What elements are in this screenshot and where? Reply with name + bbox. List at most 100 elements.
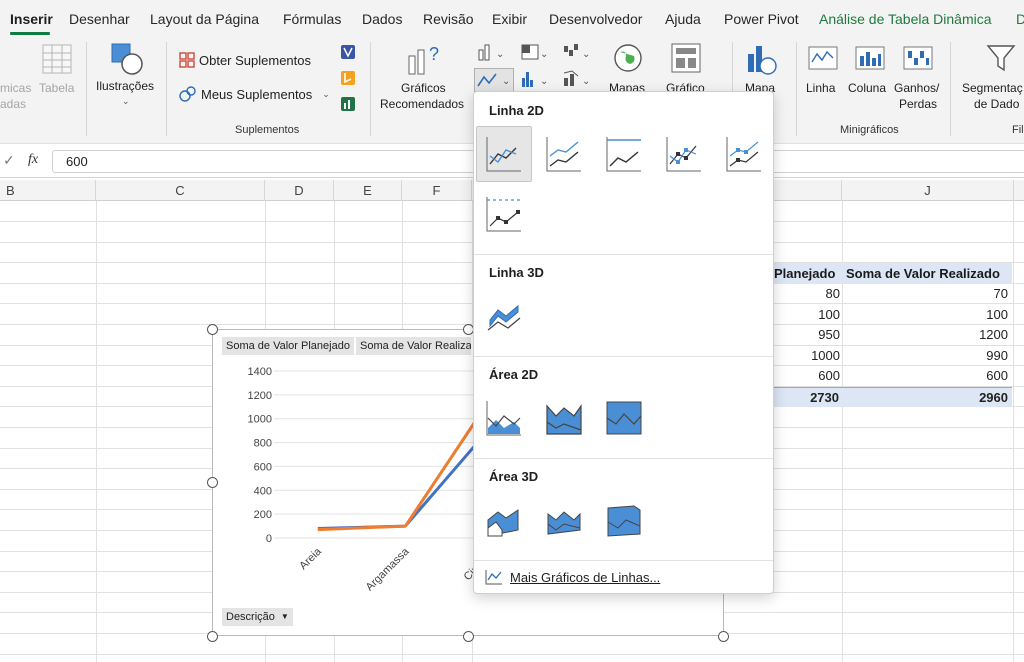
combo-chart-icon[interactable]: ⌄: [562, 68, 592, 90]
column-chart-icon[interactable]: ⌄: [476, 42, 506, 62]
chart-type-stacked-line[interactable]: [536, 126, 592, 182]
resize-handle[interactable]: [207, 477, 218, 488]
resize-handle[interactable]: [718, 631, 729, 642]
chart-type-3d-stacked-area[interactable]: [536, 492, 592, 548]
more-charts-icon: [485, 570, 502, 585]
tab-ajuda[interactable]: Ajuda: [665, 11, 701, 27]
chart-type-line-markers[interactable]: [656, 126, 712, 182]
waterfall-chart-icon[interactable]: ⌄: [562, 42, 592, 62]
ilustracoes-button[interactable]: Ilustrações: [96, 78, 154, 94]
y-tick-label: 600: [254, 461, 272, 473]
minigraficos-group-label: Minigráficos: [840, 124, 899, 136]
sparkline-column-icon[interactable]: [855, 46, 885, 70]
tab-desenhar[interactable]: Desenhar: [69, 11, 130, 27]
chart-type-3d-area[interactable]: [476, 492, 532, 548]
sparkline-line-icon[interactable]: [808, 46, 838, 70]
sparkline-ganhos-button[interactable]: Ganhos/: [894, 80, 939, 96]
chart-type-stacked-line-markers[interactable]: [716, 126, 772, 182]
pivot-cell-realizado[interactable]: 100: [842, 305, 1008, 325]
chart-type-stacked-area[interactable]: [536, 390, 592, 446]
svg-text:⌄: ⌄: [582, 76, 590, 87]
column-header-j[interactable]: J: [842, 180, 1014, 201]
tab-design-partial[interactable]: D: [1016, 11, 1024, 27]
3d-map-icon[interactable]: [744, 42, 778, 76]
people-graph-icon[interactable]: [340, 96, 356, 112]
slicer-icon[interactable]: [986, 44, 1016, 74]
tab-revisao[interactable]: Revisão: [423, 11, 474, 27]
segmentacao-label-2: de Dado: [974, 97, 1020, 111]
segmentacao-button[interactable]: Segmentaç: [962, 80, 1023, 96]
sparkline-coluna-button[interactable]: Coluna: [848, 80, 886, 96]
chart-type-3d-line[interactable]: [476, 288, 532, 344]
ribbon-separator: [166, 42, 167, 136]
legend-field-realizado[interactable]: Soma de Valor Realiza: [356, 337, 472, 355]
pivot-cell-planejado[interactable]: 600: [772, 366, 840, 386]
statistics-chart-icon[interactable]: ⌄: [520, 68, 550, 90]
pivot-total-realizado[interactable]: 2960: [842, 387, 1012, 407]
illustrations-icon[interactable]: [110, 42, 144, 76]
pivot-cell-planejado[interactable]: 1000: [772, 346, 840, 366]
function-icon[interactable]: fx: [28, 152, 38, 168]
pivot-cell-realizado[interactable]: 990: [842, 346, 1008, 366]
pivot-cell-realizado[interactable]: 70: [842, 284, 1008, 304]
chart-type-100-stacked-line-markers[interactable]: [476, 186, 532, 242]
resize-handle[interactable]: [207, 631, 218, 642]
column-header-f[interactable]: F: [402, 180, 472, 201]
ribbon-separator: [950, 42, 951, 136]
visio-icon[interactable]: [340, 44, 356, 60]
pivot-cell-realizado[interactable]: 600: [842, 366, 1008, 386]
bing-icon[interactable]: [340, 70, 356, 86]
hierarchy-chart-icon[interactable]: ⌄: [520, 42, 550, 62]
table-icon[interactable]: [42, 44, 72, 74]
pivot-total-planejado[interactable]: 2730: [772, 387, 842, 407]
pivot-cell-realizado[interactable]: 1200: [842, 325, 1008, 345]
ribbon-separator: [370, 42, 371, 136]
column-header-b[interactable]: B: [0, 180, 96, 201]
descricao-field-button[interactable]: Descrição ▼: [222, 608, 293, 626]
sparkline-win-loss-icon[interactable]: [903, 46, 933, 70]
chart-type-100-stacked-line[interactable]: [596, 126, 652, 182]
tab-formulas[interactable]: Fórmulas: [283, 11, 341, 27]
column-header-d[interactable]: D: [265, 180, 334, 201]
meus-suplementos-button[interactable]: Meus Suplementos ⌄: [179, 86, 330, 102]
graficos-recomendados-label-1[interactable]: Gráficos: [401, 80, 446, 96]
chart-type-line[interactable]: [476, 126, 532, 182]
tab-dados[interactable]: Dados: [362, 11, 402, 27]
pivot-tables-label-partial[interactable]: micas: [0, 80, 31, 96]
section-linha-2d: Linha 2D: [489, 103, 544, 118]
resize-handle[interactable]: [463, 631, 474, 642]
more-line-charts-button[interactable]: Mais Gráficos de Linhas...: [484, 568, 660, 586]
sparkline-linha-button[interactable]: Linha: [806, 80, 835, 96]
check-icon[interactable]: ✓: [3, 152, 15, 169]
pivot-header-planejado[interactable]: Planejado: [772, 263, 842, 284]
tab-layout-da-pagina[interactable]: Layout da Página: [150, 11, 259, 27]
maps-globe-icon[interactable]: [612, 42, 644, 76]
3d-stacked-area-icon: [547, 511, 581, 535]
pivot-cell-planejado[interactable]: 100: [772, 305, 840, 325]
column-header-c[interactable]: C: [96, 180, 265, 201]
resize-handle[interactable]: [207, 324, 218, 335]
divider: [474, 356, 773, 357]
column-header-e[interactable]: E: [334, 180, 402, 201]
line-chart-icon: [486, 137, 521, 172]
pivot-chart-icon[interactable]: [670, 42, 702, 76]
recommended-charts-icon[interactable]: ?: [407, 42, 441, 76]
line-chart-gallery: Linha 2D Linha 3D Área 2D Área 3D Mais G…: [473, 91, 774, 594]
pivot-header-realizado[interactable]: Soma de Valor Realizado: [842, 263, 1012, 284]
legend-field-planejado[interactable]: Soma de Valor Planejado: [222, 337, 355, 355]
tab-inserir[interactable]: Inserir: [10, 11, 53, 27]
3d-line-icon: [487, 304, 521, 331]
pivot-cell-planejado[interactable]: 950: [772, 325, 840, 345]
chart-type-100-stacked-area[interactable]: [596, 390, 652, 446]
chart-type-3d-100-stacked-area[interactable]: [596, 492, 652, 548]
tabela-button[interactable]: Tabela: [39, 80, 74, 96]
line-chart-button-icon[interactable]: ⌄: [474, 68, 514, 92]
chart-type-area[interactable]: [476, 390, 532, 446]
tab-analise-tabela-dinamica[interactable]: Análise de Tabela Dinâmica: [819, 11, 992, 27]
tab-desenvolvedor[interactable]: Desenvolvedor: [549, 11, 642, 27]
tab-exibir[interactable]: Exibir: [492, 11, 527, 27]
add-in-store-icon: [179, 52, 195, 68]
obter-suplementos-button[interactable]: Obter Suplementos: [179, 52, 311, 68]
tab-power-pivot[interactable]: Power Pivot: [724, 11, 799, 27]
pivot-cell-planejado[interactable]: 80: [772, 284, 840, 304]
